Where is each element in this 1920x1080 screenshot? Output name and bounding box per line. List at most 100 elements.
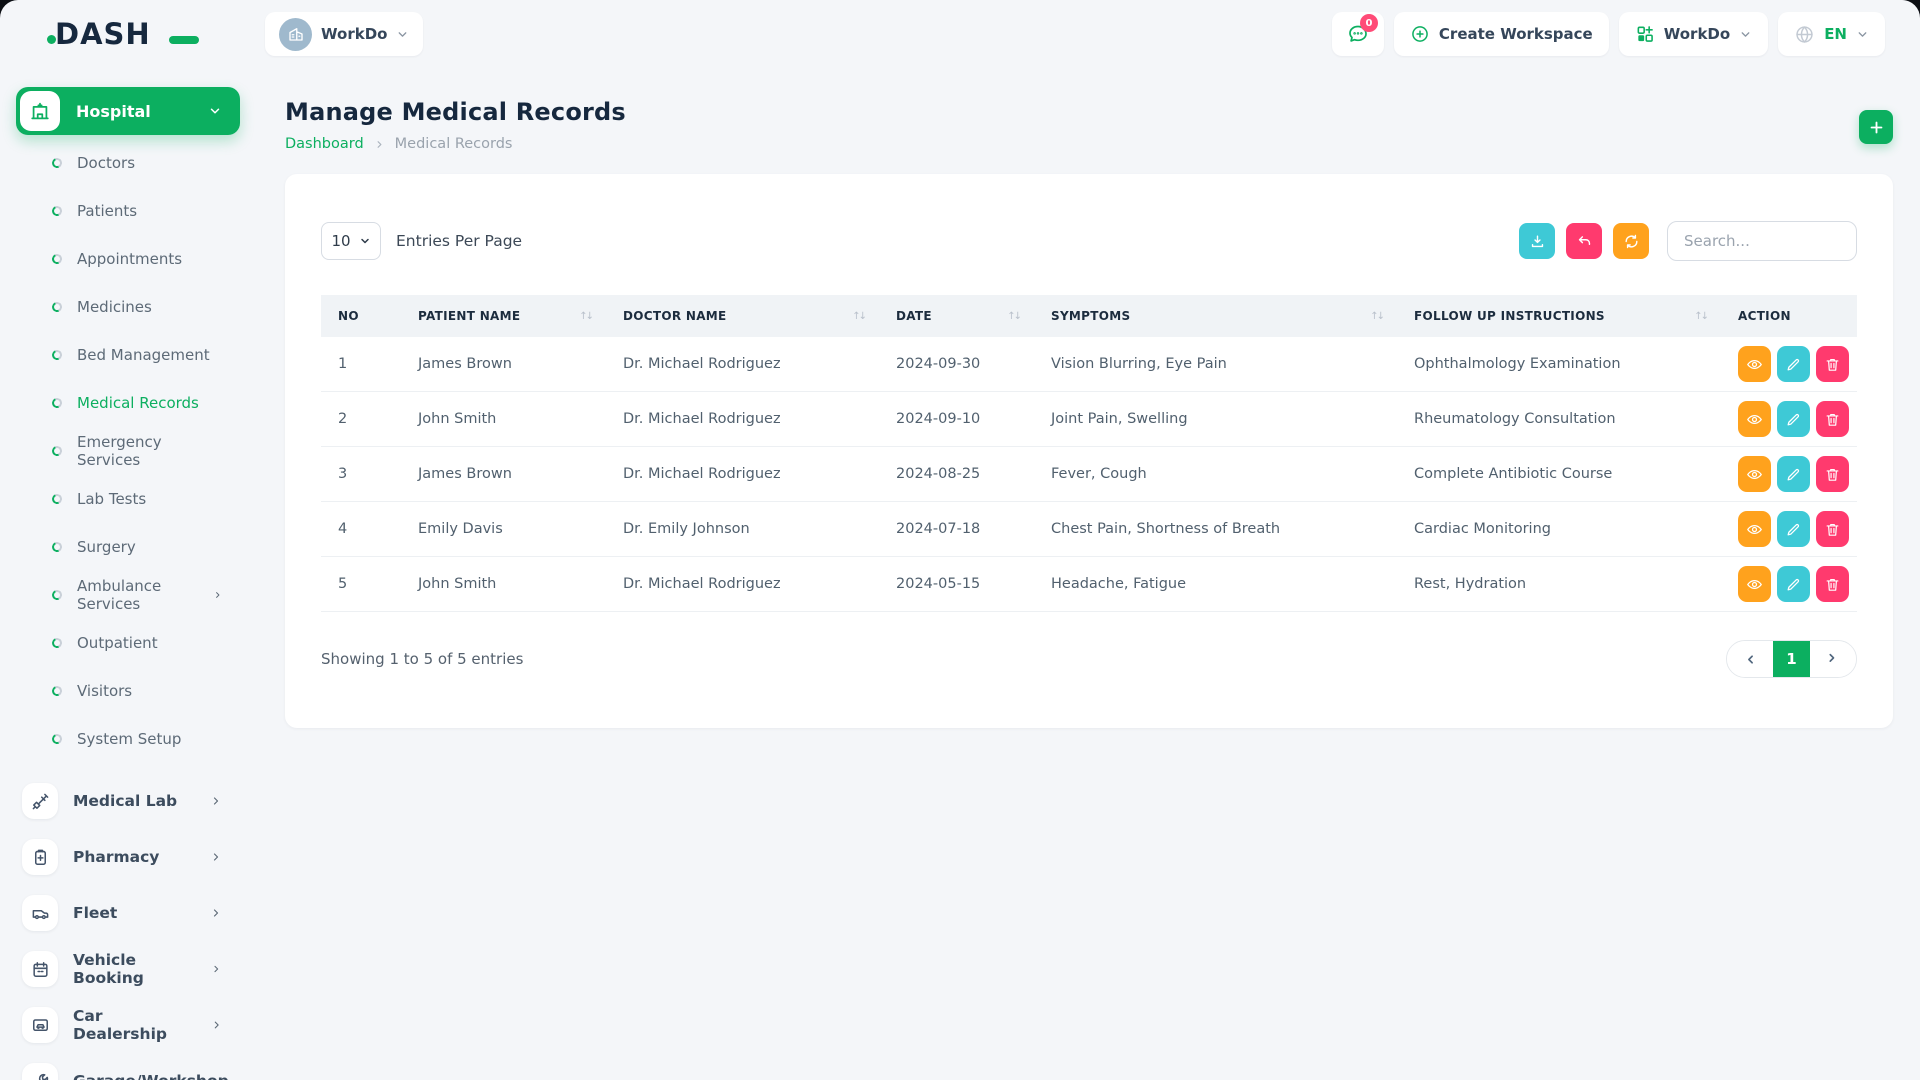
column-header-label: DATE <box>896 309 932 323</box>
sidebar-item-surgery[interactable]: Surgery <box>0 523 260 571</box>
delete-record-button[interactable] <box>1816 566 1849 602</box>
edit-record-button[interactable] <box>1777 346 1810 382</box>
trash-icon <box>1824 411 1841 428</box>
column-header-doctor-name[interactable]: DOCTOR NAME ↑↓ <box>606 295 879 337</box>
sidebar-item-label: Surgery <box>77 538 136 556</box>
sidebar-item-outpatient[interactable]: Outpatient <box>0 619 260 667</box>
view-record-button[interactable] <box>1738 456 1771 492</box>
chevron-right-icon <box>210 907 222 919</box>
car-screen-icon <box>22 1007 58 1043</box>
table-row: 1 James Brown Dr. Michael Rodriguez 2024… <box>321 337 1857 392</box>
entries-per-page-select[interactable]: 10 <box>321 222 381 260</box>
language-selector[interactable]: EN <box>1778 12 1885 56</box>
view-record-button[interactable] <box>1738 566 1771 602</box>
edit-record-button[interactable] <box>1777 566 1810 602</box>
sidebar-item-bed-management[interactable]: Bed Management <box>0 331 260 379</box>
delete-record-button[interactable] <box>1816 401 1849 437</box>
breadcrumb-dashboard-link[interactable]: Dashboard <box>285 136 364 152</box>
sidebar-item-label: Medical Records <box>77 394 199 412</box>
eye-icon <box>1746 356 1763 373</box>
edit-record-button[interactable] <box>1777 511 1810 547</box>
chevron-right-icon <box>213 589 223 601</box>
column-header-label: PATIENT NAME <box>418 309 520 323</box>
cell-follow-up: Rest, Hydration <box>1397 557 1721 612</box>
workdo-menu-button[interactable]: WorkDo <box>1619 12 1768 56</box>
sidebar-item-visitors[interactable]: Visitors <box>0 667 260 715</box>
sidebar-item-appointments[interactable]: Appointments <box>0 235 260 283</box>
sidebar-item-patients[interactable]: Patients <box>0 187 260 235</box>
cell-patient-name: John Smith <box>401 557 606 612</box>
edit-record-button[interactable] <box>1777 401 1810 437</box>
sidebar-item-doctors[interactable]: Doctors <box>0 139 260 187</box>
delete-record-button[interactable] <box>1816 346 1849 382</box>
sidebar-item-lab-tests[interactable]: Lab Tests <box>0 475 260 523</box>
sidebar-module-fleet[interactable]: Fleet <box>0 885 260 941</box>
sidebar-item-label: Doctors <box>77 154 135 172</box>
sidebar-module-car-dealership[interactable]: Car Dealership <box>0 997 260 1053</box>
bullet-ring-icon <box>51 301 64 314</box>
sidebar-item-ambulance-services[interactable]: Ambulance Services <box>0 571 260 619</box>
sidebar-item-emergency-services[interactable]: Emergency Services <box>0 427 260 475</box>
workspace-switcher[interactable]: WorkDo <box>265 12 423 56</box>
cell-follow-up: Rheumatology Consultation <box>1397 392 1721 447</box>
chevron-right-icon <box>1827 653 1840 666</box>
bullet-ring-icon <box>51 493 64 506</box>
sidebar-item-label: System Setup <box>77 730 181 748</box>
main-content: Manage Medical Records Dashboard Medical… <box>260 60 1920 1080</box>
refresh-button[interactable] <box>1613 223 1649 259</box>
add-record-button[interactable] <box>1859 110 1893 144</box>
column-header-label: NO <box>338 309 359 323</box>
topbar-actions: 0 Create Workspace WorkDo EN <box>1332 12 1885 56</box>
export-button[interactable] <box>1519 223 1555 259</box>
search-input[interactable] <box>1667 221 1857 261</box>
sidebar: Hospital Doctors Patients Appointments M… <box>0 60 260 1080</box>
column-header-follow-up-instructions[interactable]: FOLLOW UP INSTRUCTIONS ↑↓ <box>1397 295 1721 337</box>
pagination-next-button[interactable] <box>1810 641 1856 677</box>
messages-button[interactable]: 0 <box>1332 12 1384 56</box>
cell-date: 2024-09-30 <box>879 337 1034 392</box>
entries-per-page-label: Entries Per Page <box>396 232 522 250</box>
pagination-prev-button[interactable] <box>1727 641 1773 677</box>
bullet-ring-icon <box>51 253 64 266</box>
sort-icon: ↑↓ <box>1370 311 1389 322</box>
plus-circle-icon <box>1410 24 1430 44</box>
delete-record-button[interactable] <box>1816 511 1849 547</box>
records-table: NO PATIENT NAME ↑↓ DOCTOR NAME ↑↓ DATE ↑… <box>321 295 1857 612</box>
view-record-button[interactable] <box>1738 346 1771 382</box>
delete-record-button[interactable] <box>1816 456 1849 492</box>
brand-logo[interactable]: DASH <box>55 20 173 49</box>
sidebar-item-medicines[interactable]: Medicines <box>0 283 260 331</box>
logo-accent-bar <box>169 36 199 44</box>
cell-date: 2024-05-15 <box>879 557 1034 612</box>
column-header-no: NO <box>321 295 401 337</box>
chevron-right-icon <box>210 851 222 863</box>
column-header-symptoms[interactable]: SYMPTOMS ↑↓ <box>1034 295 1397 337</box>
pagination-page-1-button[interactable]: 1 <box>1773 641 1810 677</box>
column-header-label: ACTION <box>1738 309 1791 323</box>
view-record-button[interactable] <box>1738 511 1771 547</box>
sidebar-item-label: Outpatient <box>77 634 158 652</box>
cell-doctor-name: Dr. Michael Rodriguez <box>606 392 879 447</box>
topbar: DASH WorkDo 0 Create Workspace WorkDo <box>0 0 1920 60</box>
sidebar-item-hospital[interactable]: Hospital <box>16 87 240 135</box>
view-record-button[interactable] <box>1738 401 1771 437</box>
undo-arrow-icon <box>1576 233 1593 250</box>
bullet-ring-icon <box>51 349 64 362</box>
column-header-label: DOCTOR NAME <box>623 309 727 323</box>
sidebar-module-pharmacy[interactable]: Pharmacy <box>0 829 260 885</box>
column-header-patient-name[interactable]: PATIENT NAME ↑↓ <box>401 295 606 337</box>
bullet-ring-icon <box>51 685 64 698</box>
sidebar-item-medical-records[interactable]: Medical Records <box>0 379 260 427</box>
edit-record-button[interactable] <box>1777 456 1810 492</box>
cell-patient-name: John Smith <box>401 392 606 447</box>
logo-accent-dot <box>47 35 56 44</box>
sidebar-module-vehicle-booking[interactable]: Vehicle Booking <box>0 941 260 997</box>
chevron-right-icon <box>211 1019 222 1031</box>
create-workspace-button[interactable]: Create Workspace <box>1394 12 1609 56</box>
reset-button[interactable] <box>1566 223 1602 259</box>
sidebar-module-garage-workshop[interactable]: Garage/Workshop <box>0 1053 260 1080</box>
pencil-icon <box>1785 466 1802 483</box>
sidebar-item-system-setup[interactable]: System Setup <box>0 715 260 763</box>
column-header-date[interactable]: DATE ↑↓ <box>879 295 1034 337</box>
sidebar-module-medical-lab[interactable]: Medical Lab <box>0 773 260 829</box>
